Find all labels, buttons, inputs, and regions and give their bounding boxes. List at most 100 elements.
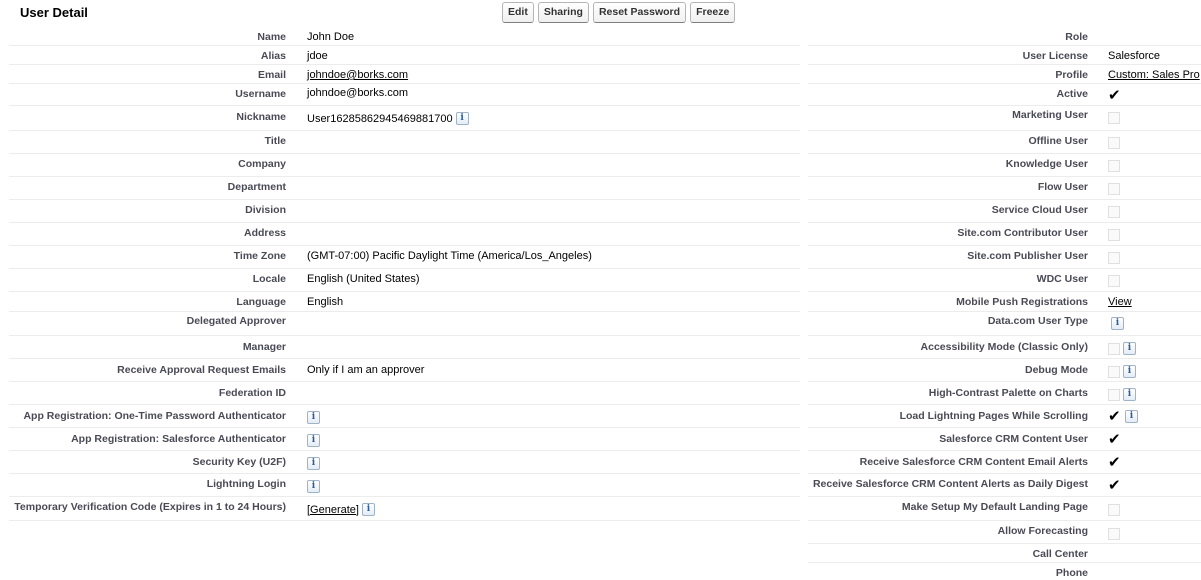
row-app-reg-sf: App Registration: Salesforce Authenticat… bbox=[9, 428, 800, 451]
row-accessibility-mode: Accessibility Mode (Classic Only) i bbox=[808, 336, 1201, 359]
high-contrast-label: High-Contrast Palette on Charts bbox=[928, 387, 1088, 399]
row-lightning-login: Lightning Login i bbox=[9, 474, 800, 497]
info-icon[interactable]: i bbox=[307, 411, 320, 424]
row-language: Language English bbox=[9, 292, 800, 312]
row-load-lightning: Load Lightning Pages While Scrolling ✔ i bbox=[808, 405, 1201, 428]
info-icon[interactable]: i bbox=[1123, 342, 1136, 355]
allow-forecasting-label: Allow Forecasting bbox=[997, 525, 1088, 537]
info-icon[interactable]: i bbox=[1123, 365, 1136, 378]
locale-label: Locale bbox=[252, 273, 286, 285]
company-label: Company bbox=[238, 158, 286, 170]
wdc-user-checkbox bbox=[1108, 275, 1120, 287]
generate-link[interactable]: [Generate] bbox=[307, 504, 359, 516]
row-role: Role bbox=[808, 27, 1201, 46]
load-lightning-label: Load Lightning Pages While Scrolling bbox=[899, 410, 1088, 422]
email-link[interactable]: johndoe@borks.com bbox=[307, 69, 408, 81]
name-value: John Doe bbox=[307, 31, 355, 43]
crm-content-user-label: Salesforce CRM Content User bbox=[939, 433, 1088, 445]
row-site-contributor: Site.com Contributor User bbox=[808, 223, 1201, 246]
right-column: Role User License Salesforce Profile Cus… bbox=[808, 27, 1201, 580]
language-label: Language bbox=[236, 296, 286, 308]
row-company: Company bbox=[9, 154, 800, 177]
check-icon: ✔ bbox=[1108, 430, 1121, 448]
info-icon[interactable]: i bbox=[455, 112, 469, 125]
email-label: Email bbox=[257, 69, 286, 81]
row-department: Department bbox=[9, 177, 800, 200]
accessibility-mode-checkbox bbox=[1108, 342, 1120, 355]
row-approval-emails: Receive Approval Request Emails Only if … bbox=[9, 359, 800, 382]
high-contrast-checkbox bbox=[1108, 388, 1120, 401]
reset-password-button[interactable]: Reset Password bbox=[592, 2, 687, 23]
info-icon[interactable]: i bbox=[307, 457, 320, 470]
row-datacom-user-type: Data.com User Type i bbox=[808, 312, 1201, 336]
info-icon[interactable]: i bbox=[1123, 388, 1136, 401]
locale-value: English (United States) bbox=[307, 273, 420, 285]
row-email: Email johndoe@borks.com bbox=[9, 65, 800, 84]
row-mobile-push: Mobile Push Registrations View bbox=[808, 292, 1201, 312]
alias-value: jdoe bbox=[307, 50, 328, 62]
row-locale: Locale English (United States) bbox=[9, 269, 800, 292]
row-marketing-user: Marketing User bbox=[808, 106, 1201, 131]
button-bar: Edit Sharing Reset Password Freeze bbox=[502, 2, 736, 23]
row-debug-mode: Debug Mode i bbox=[808, 359, 1201, 382]
marketing-user-checkbox bbox=[1108, 112, 1120, 124]
debug-mode-label: Debug Mode bbox=[1025, 364, 1088, 376]
row-alias: Alias jdoe bbox=[9, 46, 800, 65]
department-label: Department bbox=[227, 181, 286, 193]
time-zone-label: Time Zone bbox=[233, 250, 286, 262]
crm-daily-digest-label: Receive Salesforce CRM Content Alerts as… bbox=[812, 478, 1088, 490]
division-label: Division bbox=[245, 204, 286, 216]
row-division: Division bbox=[9, 200, 800, 223]
sharing-button[interactable]: Sharing bbox=[537, 2, 589, 23]
phone-label: Phone bbox=[1055, 567, 1088, 579]
row-security-key: Security Key (U2F) i bbox=[9, 451, 800, 474]
wdc-user-label: WDC User bbox=[1036, 273, 1088, 285]
row-crm-email-alerts: Receive Salesforce CRM Content Email Ale… bbox=[808, 451, 1201, 474]
alias-label: Alias bbox=[260, 50, 286, 62]
row-address: Address bbox=[9, 223, 800, 246]
approval-emails-label: Receive Approval Request Emails bbox=[117, 364, 286, 376]
detail-header: User Detail Edit Sharing Reset Password … bbox=[0, 0, 1201, 26]
check-icon: ✔ bbox=[1108, 476, 1121, 494]
section-title: User Detail bbox=[20, 5, 88, 20]
time-zone-value: (GMT-07:00) Pacific Daylight Time (Ameri… bbox=[307, 250, 592, 262]
info-icon[interactable]: i bbox=[307, 480, 320, 493]
row-default-landing: Make Setup My Default Landing Page bbox=[808, 497, 1201, 521]
title-label: Title bbox=[264, 135, 286, 147]
row-app-reg-otp: App Registration: One-Time Password Auth… bbox=[9, 405, 800, 428]
default-landing-checkbox bbox=[1108, 504, 1120, 516]
site-contributor-label: Site.com Contributor User bbox=[957, 227, 1088, 239]
knowledge-user-checkbox bbox=[1108, 160, 1120, 172]
edit-button[interactable]: Edit bbox=[502, 2, 534, 23]
row-temp-code: Temporary Verification Code (Expires in … bbox=[9, 497, 800, 521]
profile-link[interactable]: Custom: Sales Pro bbox=[1108, 69, 1200, 81]
info-icon[interactable]: i bbox=[307, 434, 320, 447]
row-phone: Phone bbox=[808, 563, 1201, 580]
offline-user-checkbox bbox=[1108, 137, 1120, 149]
service-cloud-user-checkbox bbox=[1108, 206, 1120, 218]
name-label: Name bbox=[257, 31, 286, 43]
user-license-value: Salesforce bbox=[1108, 50, 1160, 62]
address-label: Address bbox=[243, 227, 286, 239]
federation-id-label: Federation ID bbox=[218, 387, 286, 399]
info-icon[interactable]: i bbox=[361, 503, 375, 516]
info-icon[interactable]: i bbox=[1111, 317, 1124, 330]
row-wdc-user: WDC User bbox=[808, 269, 1201, 292]
active-label: Active bbox=[1056, 88, 1088, 100]
freeze-button[interactable]: Freeze bbox=[690, 2, 736, 23]
call-center-label: Call Center bbox=[1032, 548, 1088, 560]
nickname-label: Nickname bbox=[236, 111, 286, 123]
flow-user-label: Flow User bbox=[1037, 181, 1088, 193]
info-icon[interactable]: i bbox=[1125, 409, 1138, 423]
row-federation-id: Federation ID bbox=[9, 382, 800, 405]
view-link[interactable]: View bbox=[1108, 296, 1132, 308]
user-license-label: User License bbox=[1022, 50, 1088, 62]
row-user-license: User License Salesforce bbox=[808, 46, 1201, 65]
flow-user-checkbox bbox=[1108, 183, 1120, 195]
check-icon: ✔ bbox=[1108, 453, 1121, 471]
left-column: Name John Doe Alias jdoe Email johndoe@b… bbox=[9, 27, 800, 521]
row-name: Name John Doe bbox=[9, 27, 800, 46]
security-key-label: Security Key (U2F) bbox=[192, 456, 286, 468]
manager-label: Manager bbox=[242, 341, 286, 353]
username-label: Username bbox=[235, 88, 286, 100]
